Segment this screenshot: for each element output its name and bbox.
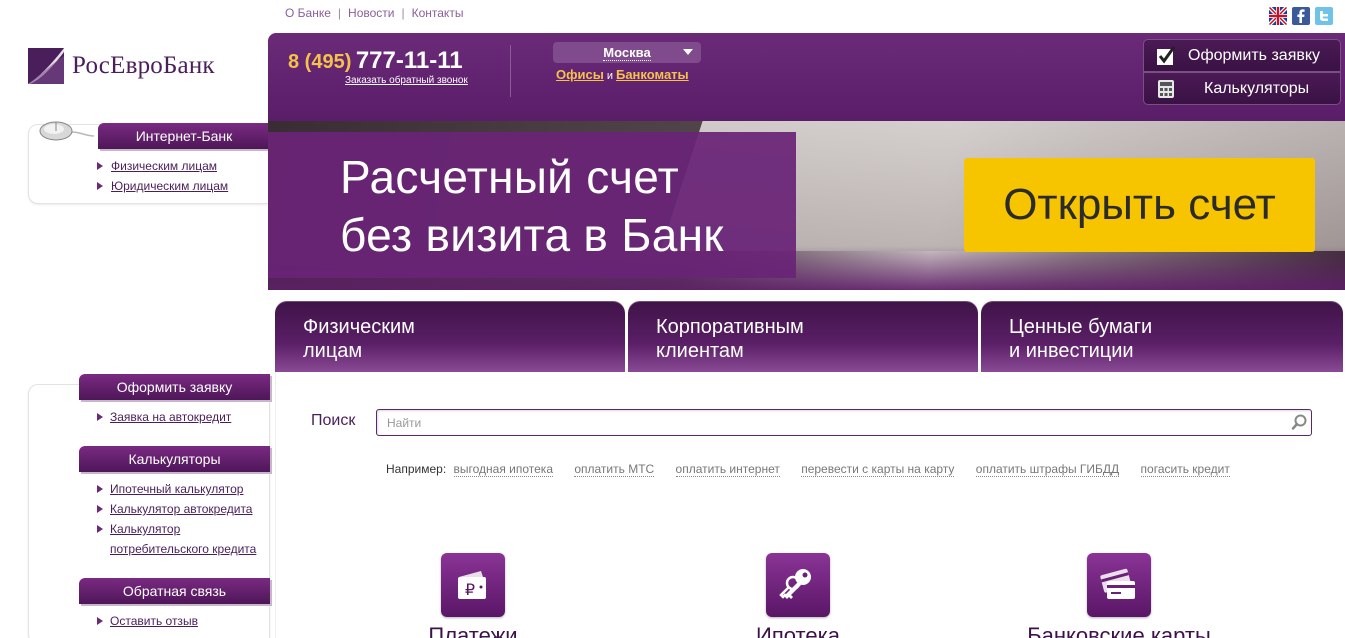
offices-link[interactable]: Офисы [556, 67, 604, 82]
uk-flag-icon[interactable] [1269, 7, 1287, 25]
promo-banner[interactable]: Расчетный счет без визита в Банк Открыть… [268, 121, 1345, 290]
checkbox-checked-icon [1156, 45, 1176, 66]
bullet-icon [97, 162, 103, 170]
top-nav-separator: | [337, 6, 342, 20]
product-mortgage[interactable]: Ипотека [698, 553, 898, 638]
open-account-button[interactable]: Открыть счет [964, 158, 1315, 252]
tab-label-line2: и инвестиции [1009, 340, 1134, 362]
top-nav: О Банке | Новости | Контакты [285, 6, 463, 20]
example-pay-internet[interactable]: оплатить интернет [675, 462, 780, 477]
search-label: Поиск [311, 412, 356, 429]
header-bar: 8 (495) 777-11-11 Заказать обратный звон… [268, 33, 1345, 121]
bank-cards-icon[interactable] [1087, 553, 1151, 617]
calculator-icon [1156, 79, 1176, 99]
top-nav-about[interactable]: О Банке [285, 6, 331, 20]
tab-corporate[interactable]: Корпоративным клиентам [628, 301, 978, 372]
phone-number: 8 (495) 777-11-11 [288, 47, 463, 75]
leave-feedback-link[interactable]: Оставить отзыв [110, 611, 198, 631]
banner-title: Расчетный счет без визита в Банк [340, 148, 724, 264]
bullet-icon [97, 617, 103, 625]
callback-link[interactable]: Заказать обратный звонок [345, 75, 468, 86]
header-divider [510, 45, 511, 97]
bullet-icon [97, 485, 103, 493]
tab-label-line1: Ценные бумаги [1009, 316, 1153, 338]
logo-text: РосЕвроБанк [72, 52, 215, 79]
example-traffic-fines[interactable]: оплатить штрафы ГИБДД [975, 462, 1120, 477]
feedback-panel-title: Обратная связь [79, 578, 270, 604]
search-examples: Например: выгодная ипотека оплатить МТС … [386, 462, 1230, 477]
banner-title-line1: Расчетный счет [340, 151, 680, 203]
tab-label-line1: Физическим [303, 316, 415, 338]
tab-securities[interactable]: Ценные бумаги и инвестиции [981, 301, 1343, 372]
example-card-transfer[interactable]: перевести с карты на карту [801, 462, 955, 477]
internet-bank-title: Интернет-Банк [98, 123, 270, 149]
tab-label-line2: клиентам [656, 340, 744, 362]
logo[interactable]: РосЕвроБанк [28, 48, 215, 84]
banner-title-line2: без визита в Банк [340, 209, 724, 261]
apply-button-label: Оформить заявку [1188, 46, 1321, 64]
bullet-icon [97, 182, 103, 190]
consumer-loan-calculator-link-line2[interactable]: потребительского кредита [110, 539, 256, 559]
calculators-panel-title: Калькуляторы [79, 446, 270, 472]
search-icon[interactable] [1291, 413, 1309, 431]
top-nav-news[interactable]: Новости [348, 6, 394, 20]
internet-bank-individuals-link[interactable]: Физическим лицам [111, 156, 217, 176]
tab-label-line1: Корпоративным [656, 316, 804, 338]
and-text: и [606, 70, 613, 82]
car-loan-calculator-link[interactable]: Калькулятор автокредита [110, 499, 252, 519]
offices-atms: Офисы и Банкоматы [556, 67, 689, 82]
bullet-icon [97, 525, 103, 533]
phone-main: 777-11-11 [355, 47, 463, 74]
computer-mouse-icon [38, 118, 95, 148]
mortgage-calculator-link[interactable]: Ипотечный калькулятор [110, 479, 243, 499]
wallet-ruble-icon[interactable]: ₽ [441, 553, 505, 617]
atms-link[interactable]: Банкоматы [616, 67, 689, 82]
calculators-button-label: Калькуляторы [1204, 79, 1310, 97]
example-pay-mts[interactable]: оплатить МТС [574, 462, 655, 477]
example-repay-loan[interactable]: погасить кредит [1140, 462, 1230, 477]
examples-label: Например: [386, 462, 447, 476]
logo-mark-icon [28, 48, 64, 84]
banner-text-box: Расчетный счет без визита в Банк [268, 132, 796, 278]
calculators-button[interactable]: Калькуляторы [1143, 72, 1341, 105]
consumer-loan-calculator-link[interactable]: Калькулятор [110, 519, 180, 539]
car-loan-application-link[interactable]: Заявка на автокредит [110, 407, 231, 427]
keys-icon[interactable] [766, 553, 830, 617]
city-value: Москва [603, 44, 651, 61]
product-bank-cards[interactable]: Банковские карты [1019, 553, 1219, 638]
chevron-down-icon [683, 49, 693, 55]
product-bank-cards-label[interactable]: Банковские карты [1019, 623, 1219, 638]
top-nav-separator: | [401, 6, 405, 20]
facebook-icon[interactable] [1292, 7, 1310, 25]
internet-bank-legal-link[interactable]: Юридическим лицам [111, 176, 228, 196]
bullet-icon [97, 505, 103, 513]
product-payments[interactable]: ₽ Платежи [373, 553, 573, 638]
top-nav-contacts[interactable]: Контакты [412, 6, 464, 20]
product-mortgage-label[interactable]: Ипотека [698, 623, 898, 638]
example-mortgage[interactable]: выгодная ипотека [453, 462, 553, 477]
svg-text:₽: ₽ [465, 580, 475, 599]
apply-panel-title: Оформить заявку [79, 374, 270, 400]
top-icons [1269, 7, 1333, 25]
twitter-icon[interactable] [1315, 7, 1333, 25]
city-select[interactable]: Москва [553, 42, 701, 63]
search-input[interactable] [376, 409, 1312, 436]
phone-code: 8 (495) [288, 51, 352, 73]
tab-label-line2: лицам [303, 340, 363, 362]
bullet-icon [97, 413, 103, 421]
product-payments-label[interactable]: Платежи [373, 623, 573, 638]
apply-button[interactable]: Оформить заявку [1143, 39, 1341, 72]
tab-individuals[interactable]: Физическим лицам [275, 301, 625, 372]
